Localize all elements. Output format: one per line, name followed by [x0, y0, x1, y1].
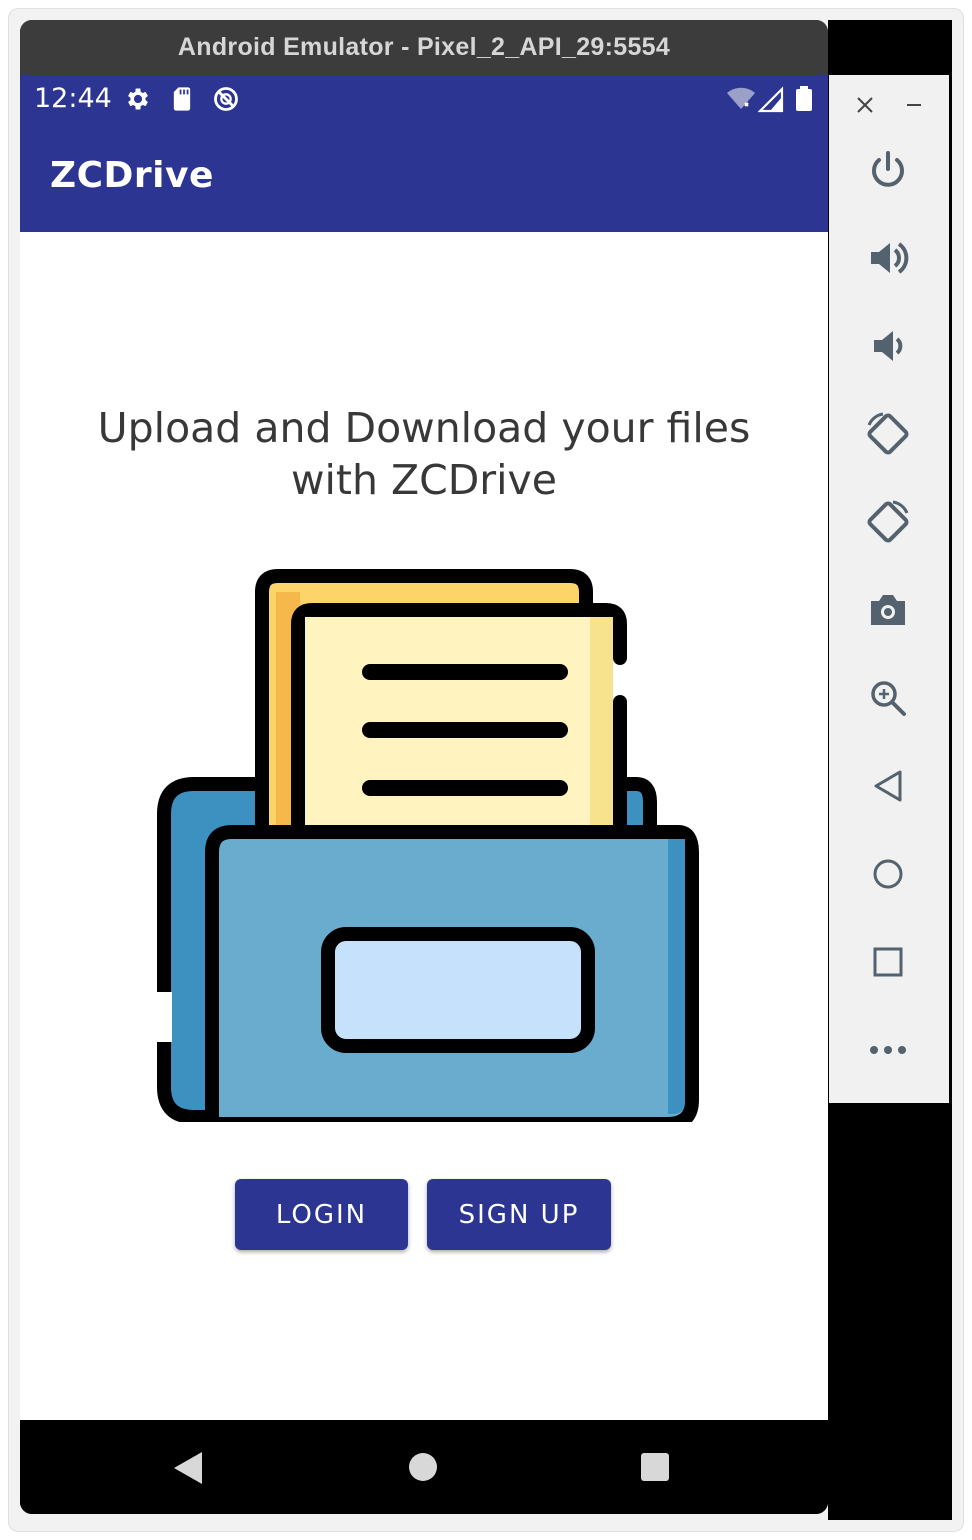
status-time: 12:44: [34, 83, 112, 114]
battery-icon: [794, 85, 822, 113]
sync-blocked-icon: [212, 85, 240, 113]
window-title: Android Emulator - Pixel_2_API_29:5554: [20, 20, 828, 75]
emulator-toolbar: [829, 75, 949, 1103]
cell-signal-icon: [757, 85, 786, 113]
wifi-off-icon: [726, 85, 755, 113]
status-bar: 12:44: [20, 75, 828, 121]
volume-up-icon[interactable]: [859, 229, 917, 287]
volume-down-icon[interactable]: [859, 317, 917, 375]
emulator-window: Android Emulator - Pixel_2_API_29:5554 1…: [20, 20, 828, 1514]
headline: Upload and Download your files with ZCDr…: [97, 404, 751, 504]
nav-home-icon[interactable]: [408, 1452, 438, 1482]
camera-icon[interactable]: [859, 581, 917, 639]
overview-icon[interactable]: [859, 933, 917, 991]
signup-button[interactable]: SIGN UP: [427, 1179, 611, 1250]
nav-recents-icon[interactable]: [640, 1452, 670, 1482]
minimize-icon[interactable]: [905, 95, 923, 115]
sd-card-icon: [168, 85, 196, 113]
home-icon[interactable]: [859, 845, 917, 903]
nav-back-icon[interactable]: [170, 1450, 204, 1486]
back-icon[interactable]: [859, 757, 917, 815]
close-icon[interactable]: [855, 95, 875, 115]
app-title: ZCDrive: [50, 155, 214, 196]
zoom-icon[interactable]: [859, 669, 917, 727]
nav-bar: [20, 1420, 828, 1514]
file-cabinet-icon: [150, 562, 700, 1131]
more-icon[interactable]: [859, 1021, 917, 1079]
rotate-left-icon[interactable]: [859, 405, 917, 463]
app-bar: ZCDrive: [20, 121, 828, 232]
login-button[interactable]: LOGIN: [235, 1179, 408, 1250]
main-content: Upload and Download your files with ZCDr…: [20, 232, 828, 1420]
power-icon[interactable]: [859, 141, 917, 199]
rotate-right-icon[interactable]: [859, 493, 917, 551]
settings-icon: [124, 85, 152, 113]
